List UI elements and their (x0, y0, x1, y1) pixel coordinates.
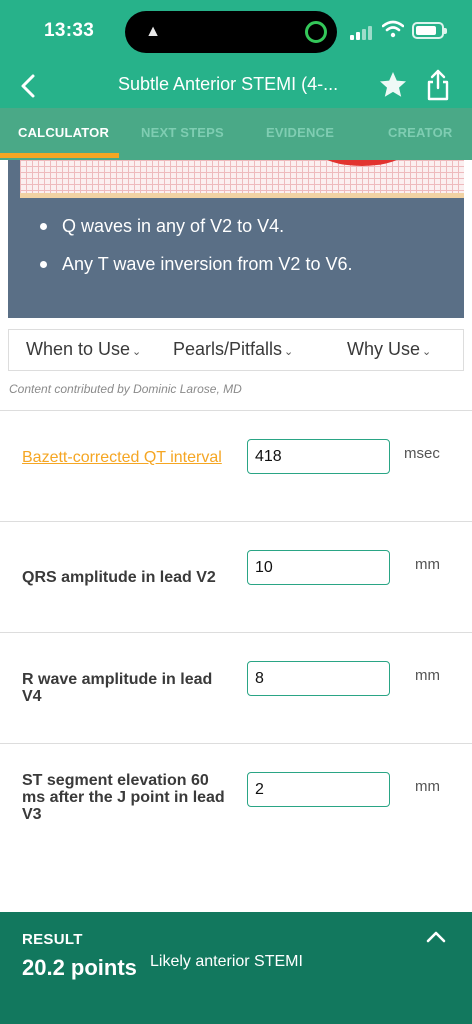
tab-evidence[interactable]: EVIDENCE (266, 125, 334, 140)
result-interpretation: Likely anterior STEMI (150, 953, 303, 970)
qtc-input[interactable] (247, 439, 390, 474)
st-elevation-v3-input[interactable] (247, 772, 390, 807)
content-credit: Content contributed by Dominic Larose, M… (9, 382, 242, 396)
dynamic-island: ▲ (125, 11, 337, 53)
r-wave-v4-row: R wave amplitude in lead V4 mm (0, 632, 472, 742)
r-wave-v4-unit: mm (415, 667, 440, 684)
criterion-text: Any T wave inversion from V2 to V6. (62, 254, 353, 274)
toggle-label: When to Use (26, 339, 131, 359)
tab-next-steps[interactable]: NEXT STEPS (141, 125, 224, 140)
ecg-strip-image (20, 160, 464, 198)
st-elevation-v3-label: ST segment elevation 60 ms after the J p… (22, 772, 225, 823)
when-to-use-toggle[interactable]: When to Use ⌄ (26, 339, 141, 360)
criteria-image-panel: Q waves in any of V2 to V4. Any T wave i… (8, 160, 464, 318)
result-label: RESULT (22, 931, 83, 948)
qrs-v2-unit: mm (415, 556, 440, 573)
tab-creator[interactable]: CREATOR (388, 125, 452, 140)
qrs-v2-row: QRS amplitude in lead V2 mm (0, 521, 472, 631)
share-icon[interactable] (424, 68, 452, 102)
chevron-down-icon: ⌄ (132, 346, 142, 358)
qrs-v2-label: QRS amplitude in lead V2 (22, 569, 216, 586)
activity-ring-icon (305, 21, 327, 43)
qtc-row: Bazett-corrected QT interval msec (0, 410, 472, 520)
toggle-label: Why Use (347, 339, 421, 359)
chevron-up-icon[interactable] (424, 928, 448, 946)
r-wave-v4-label: R wave amplitude in lead V4 (22, 671, 213, 705)
wifi-icon (382, 20, 404, 38)
back-chevron-icon[interactable] (14, 70, 44, 102)
app-root: 13:33 ▲ Subtle Anterior STEMI (4-... CAL… (0, 0, 472, 1024)
info-tabs-bar: When to Use ⌄ Pearls/Pitfalls ⌄ Why Use ⌄ (8, 329, 464, 371)
tab-calculator[interactable]: CALCULATOR (18, 125, 109, 140)
result-score: 20.2 points (22, 955, 137, 980)
cellular-signal-icon (350, 24, 376, 40)
exclusion-criteria-list: Q waves in any of V2 to V4. Any T wave i… (40, 216, 352, 292)
status-bar: 13:33 ▲ (0, 0, 472, 64)
qrs-v2-input[interactable] (247, 550, 390, 585)
list-item: Q waves in any of V2 to V4. (40, 216, 352, 237)
result-panel[interactable]: RESULT 20.2 points Likely anterior STEMI (0, 912, 472, 1024)
st-elevation-v3-row: ST segment elevation 60 ms after the J p… (0, 743, 472, 913)
chevron-down-icon: ⌄ (284, 346, 294, 358)
pearls-pitfalls-toggle[interactable]: Pearls/Pitfalls ⌄ (173, 339, 293, 360)
active-tab-indicator (0, 153, 119, 158)
battery-icon (412, 22, 447, 39)
chevron-down-icon: ⌄ (422, 346, 432, 358)
st-elevation-v3-unit: mm (415, 778, 440, 795)
favorite-star-icon[interactable] (378, 70, 408, 100)
app-activity-icon: ▲ (145, 23, 161, 40)
r-wave-v4-input[interactable] (247, 661, 390, 696)
why-use-toggle[interactable]: Why Use ⌄ (347, 339, 431, 360)
page-title: Subtle Anterior STEMI (4-... (118, 74, 339, 94)
qtc-label-link[interactable]: Bazett-corrected QT interval (22, 449, 237, 466)
list-item: Any T wave inversion from V2 to V6. (40, 254, 352, 275)
toggle-label: Pearls/Pitfalls (173, 339, 283, 359)
status-time: 13:33 (44, 20, 95, 41)
navigation-bar: Subtle Anterior STEMI (4-... (0, 64, 472, 108)
criterion-text: Q waves in any of V2 to V4. (62, 216, 285, 236)
qtc-unit: msec (404, 445, 440, 462)
